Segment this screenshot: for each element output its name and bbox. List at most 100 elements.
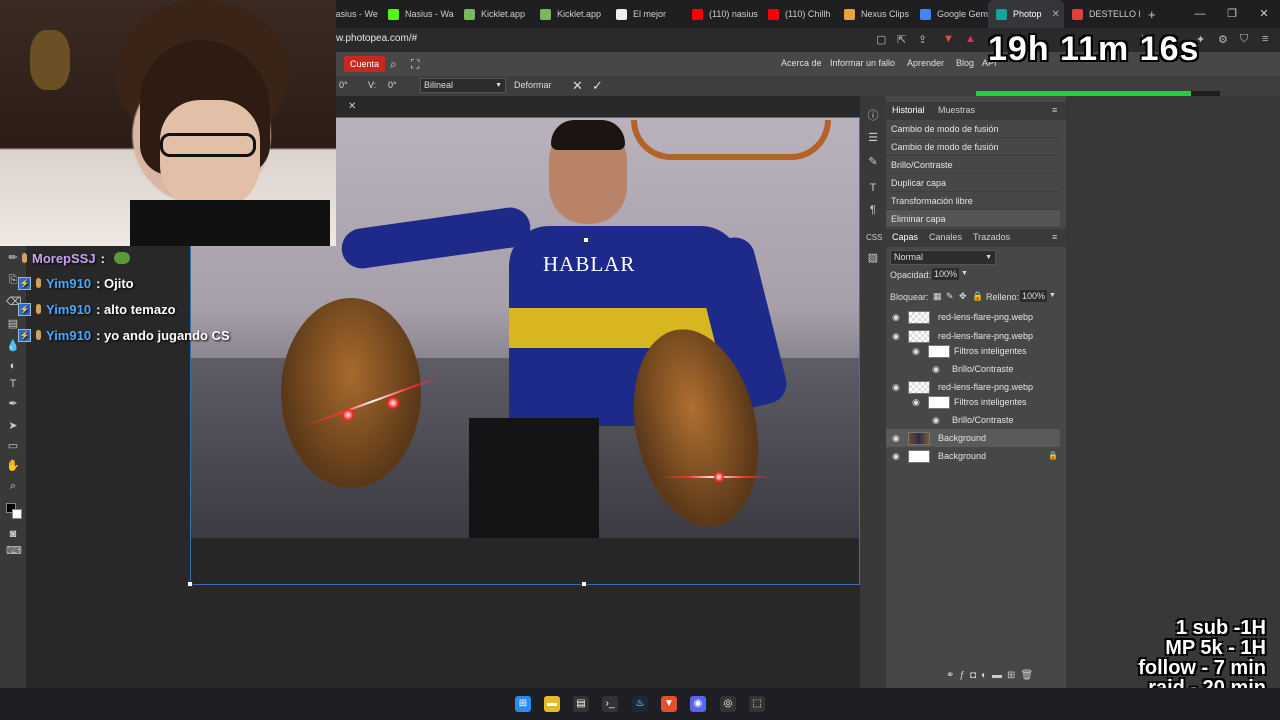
text-tool-icon[interactable]: T xyxy=(6,377,20,391)
history-item[interactable]: Cambio de modo de fusión xyxy=(886,138,1060,156)
hand-tool-icon[interactable]: ✋ xyxy=(6,459,20,473)
chevron-down-icon[interactable]: ▼ xyxy=(1049,292,1056,299)
menu-link[interactable]: Blog xyxy=(956,58,974,68)
history-item[interactable]: Duplicar capa xyxy=(886,174,1060,192)
menu-icon[interactable]: ≡ xyxy=(1262,33,1268,45)
warp-button[interactable]: Deformar xyxy=(514,80,552,90)
minimize-icon[interactable]: — xyxy=(1184,0,1216,28)
steam-icon[interactable]: ♨ xyxy=(632,696,648,712)
visibility-eye-icon[interactable]: ◉ xyxy=(932,360,940,378)
brave-shield-icon[interactable]: ▼ xyxy=(943,33,954,45)
visibility-eye-icon[interactable]: ◉ xyxy=(892,308,900,326)
lock-all-icon[interactable]: 🔒 xyxy=(972,291,983,302)
folder-icon[interactable]: ▬ xyxy=(992,670,1007,681)
shape-tool-icon[interactable]: ▭ xyxy=(6,439,20,453)
menu-link[interactable]: Aprender xyxy=(907,58,944,68)
interpolation-select[interactable]: Bilineal ▼ xyxy=(420,78,506,93)
character-icon[interactable]: T xyxy=(866,181,880,195)
dodge-tool-icon[interactable]: ◐ xyxy=(6,359,20,373)
brush-settings-icon[interactable]: ✎ xyxy=(866,155,880,169)
browser-tab[interactable]: Nasius - Wa xyxy=(380,0,456,28)
visibility-eye-icon[interactable]: ◉ xyxy=(912,393,920,411)
layer-row[interactable]: ◉ Brillo/Contraste xyxy=(886,360,1060,378)
new-layer-icon[interactable]: ⊞ xyxy=(1007,670,1020,681)
visibility-eye-icon[interactable]: ◉ xyxy=(932,411,940,429)
tab-channels[interactable]: Canales xyxy=(929,232,962,242)
path-select-icon[interactable]: ➤ xyxy=(6,419,20,433)
fill-input[interactable]: 100% xyxy=(1020,290,1048,302)
opacity-input[interactable]: 100% xyxy=(932,268,960,280)
lock-move-icon[interactable]: ✥ xyxy=(959,291,967,302)
delete-layer-icon[interactable]: 🗑 xyxy=(1020,670,1038,681)
tab-history[interactable]: Historial xyxy=(892,105,925,115)
browser-tab[interactable]: (110) nasius xyxy=(684,0,760,28)
pen-tool-icon[interactable]: ✒ xyxy=(6,397,20,411)
info-icon[interactable]: ⓘ xyxy=(866,109,880,123)
maximize-icon[interactable]: ❐ xyxy=(1216,0,1248,28)
task-manager-icon[interactable]: ▤ xyxy=(573,696,589,712)
css-icon[interactable]: CSS xyxy=(866,231,882,245)
quick-mask-icon[interactable]: ◙ xyxy=(6,527,20,541)
chevron-down-icon[interactable]: ▼ xyxy=(961,270,968,277)
app-icon[interactable]: ⬚ xyxy=(749,696,765,712)
history-item[interactable]: Cambio de modo de fusión xyxy=(886,120,1060,138)
fullscreen-icon[interactable]: ⛶ xyxy=(411,57,419,72)
url-field[interactable]: w.photopea.com/# xyxy=(336,33,417,44)
adjustments-icon[interactable]: ☰ xyxy=(866,131,880,145)
confirm-transform-icon[interactable]: ✓ xyxy=(592,78,603,94)
layer-row[interactable]: ◉ Brillo/Contraste xyxy=(886,411,1060,429)
shield-icon[interactable]: ⛉ xyxy=(1240,33,1248,46)
browser-tab[interactable]: Kicklet.app xyxy=(532,0,608,28)
mask-icon[interactable]: ◘ xyxy=(970,670,981,681)
tab-layers[interactable]: Capas xyxy=(892,232,918,242)
history-item[interactable]: Eliminar capa xyxy=(886,210,1060,228)
brave-icon[interactable]: ▼ xyxy=(661,696,677,712)
menu-link[interactable]: Acerca de xyxy=(781,58,822,68)
tab-paths[interactable]: Trazados xyxy=(973,232,1010,242)
close-window-icon[interactable]: ✕ xyxy=(1248,0,1280,28)
open-external-icon[interactable]: ⇱ xyxy=(897,33,906,46)
zoom-tool-icon[interactable]: ⌕ xyxy=(6,479,20,493)
lock-transparency-icon[interactable]: ▦ xyxy=(933,291,942,302)
visibility-eye-icon[interactable]: ◉ xyxy=(892,429,900,447)
browser-tab[interactable]: DESTELLO F xyxy=(1064,0,1140,28)
browser-tab[interactable]: Photop ✕ xyxy=(988,0,1064,28)
panel-menu-icon[interactable]: ≡ xyxy=(1052,232,1057,242)
search-icon[interactable]: ⌕ xyxy=(390,57,397,72)
visibility-eye-icon[interactable]: ◉ xyxy=(892,447,900,465)
browser-tab[interactable]: El mejor xyxy=(608,0,684,28)
paragraph-icon[interactable]: ¶ xyxy=(866,203,880,217)
h-value[interactable]: 0° xyxy=(339,80,348,90)
browser-tab[interactable]: Nexus Clips xyxy=(836,0,912,28)
transform-handle[interactable] xyxy=(187,581,193,587)
layer-row[interactable]: ◉ Background 🔒 xyxy=(886,447,1060,465)
v-value[interactable]: 0° xyxy=(388,80,397,90)
background-color-swatch[interactable] xyxy=(12,509,22,519)
history-item[interactable]: Transformación libre xyxy=(886,192,1060,210)
close-tab-icon[interactable]: ✕ xyxy=(1052,9,1060,20)
browser-tab[interactable]: (110) Chillh xyxy=(760,0,836,28)
rewards-icon[interactable]: ▲ xyxy=(965,33,976,45)
bookmark-icon[interactable]: ▢ xyxy=(876,33,886,46)
layer-row[interactable]: ◉ Filtros inteligentes xyxy=(886,342,1060,360)
tab-swatches[interactable]: Muestras xyxy=(938,105,975,115)
transform-center-handle[interactable] xyxy=(583,237,589,243)
screen-mode-icon[interactable]: ⌨ xyxy=(6,544,22,558)
blend-mode-select[interactable]: Normal ▼ xyxy=(890,250,996,265)
transform-handle[interactable] xyxy=(581,581,587,587)
discord-icon[interactable]: ◉ xyxy=(690,696,706,712)
new-tab-button[interactable]: + xyxy=(1140,0,1164,28)
browser-tab[interactable]: Kicklet.app xyxy=(456,0,532,28)
settings-icon[interactable]: ⚙ xyxy=(1218,33,1228,46)
terminal-icon[interactable]: ›_ xyxy=(602,696,618,712)
fx-icon[interactable]: ƒ xyxy=(959,670,970,681)
layer-row[interactable]: ◉ Background xyxy=(886,429,1060,447)
panel-menu-icon[interactable]: ≡ xyxy=(1052,105,1057,115)
lock-paint-icon[interactable]: ✎ xyxy=(946,291,954,302)
visibility-eye-icon[interactable]: ◉ xyxy=(912,342,920,360)
close-document-icon[interactable]: ✕ xyxy=(348,101,356,112)
obs-icon[interactable]: ◎ xyxy=(720,696,736,712)
cancel-transform-icon[interactable]: ✕ xyxy=(572,78,583,94)
link-icon[interactable]: ⚭ xyxy=(946,670,959,681)
image-icon[interactable]: ▨ xyxy=(866,251,880,265)
